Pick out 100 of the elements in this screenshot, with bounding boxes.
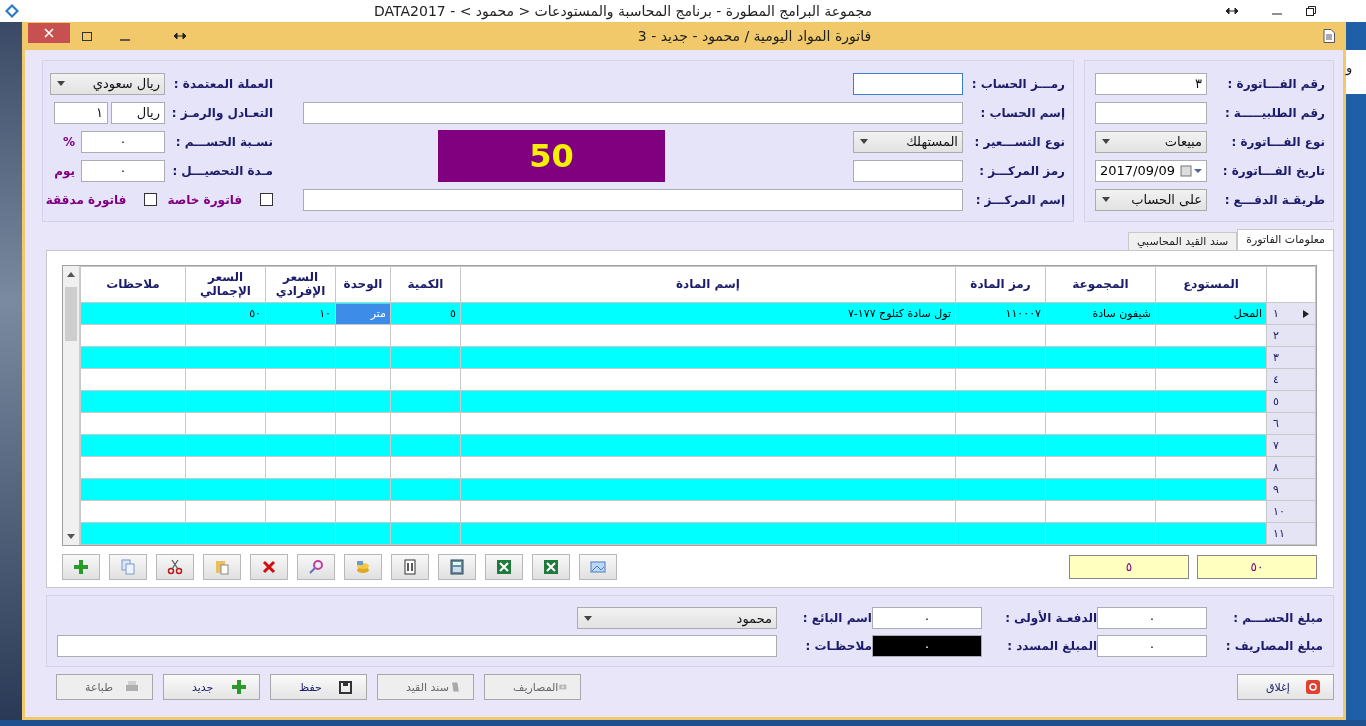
row-header[interactable]: ١١ — [1266, 522, 1316, 545]
document-icon — [1323, 29, 1335, 43]
toolbar-button[interactable] — [250, 554, 288, 580]
row-number: ١١ — [1273, 527, 1285, 540]
text-field[interactable] — [303, 101, 963, 124]
table-cell: شيفون سادة — [1045, 302, 1156, 325]
text-field[interactable]: ١ — [54, 101, 108, 124]
add-icon — [231, 679, 247, 695]
text-field[interactable]: ٣ — [1095, 72, 1207, 95]
app-logo-icon — [4, 3, 20, 19]
scroll-up-icon[interactable] — [67, 272, 75, 277]
side-tab[interactable]: و — [1346, 50, 1366, 94]
dropdown[interactable]: مبيعات — [1095, 130, 1207, 153]
row-header[interactable]: ٥ — [1266, 390, 1316, 413]
row-number: ٦ — [1273, 417, 1279, 430]
unit-label: يوم — [54, 163, 75, 178]
toolbar-button[interactable] — [485, 554, 523, 580]
caret-icon — [584, 615, 592, 621]
field-label: رقم الفـــاتورة : — [1226, 76, 1325, 91]
field-label: رمز المركـــز : — [978, 163, 1065, 178]
scrollbar[interactable] — [63, 266, 80, 545]
column-header[interactable]: الكمية — [390, 266, 461, 303]
column-header[interactable]: السعر الإفرادي — [265, 266, 336, 303]
row-header[interactable]: ٣ — [1266, 346, 1316, 369]
close-button[interactable] — [28, 23, 70, 43]
text-field[interactable] — [853, 72, 963, 95]
field-label: مـدة التحصيـــل : — [171, 163, 273, 178]
field-label: ملاحظـات : — [804, 639, 872, 653]
scissors-icon — [166, 558, 184, 576]
toolbar-button[interactable] — [297, 554, 335, 580]
column-header[interactable]: المستودع — [1155, 266, 1267, 303]
checkbox-label: فاتورة خاصة — [167, 192, 242, 207]
action-button[interactable]: جديد — [163, 674, 260, 700]
text-field[interactable]: ٠ — [872, 635, 982, 657]
row-header[interactable]: ٨ — [1266, 456, 1316, 479]
text-field[interactable] — [853, 159, 963, 182]
checkbox-label: فاتورة مدققة — [45, 192, 127, 207]
text-field[interactable]: ٠ — [872, 607, 982, 629]
field-label: نسـبة الحســـم : — [174, 134, 273, 149]
row-header[interactable]: ٦ — [1266, 412, 1316, 435]
resize-icon[interactable] — [174, 32, 186, 40]
image-icon — [589, 558, 607, 576]
maximize-icon[interactable] — [82, 31, 92, 41]
date-picker[interactable]: 2017/09/09 — [1095, 159, 1207, 182]
field-label: الدفعـة الأولى : — [1004, 611, 1097, 625]
row-header[interactable]: ٢ — [1266, 324, 1316, 347]
column-header[interactable]: المجموعة — [1045, 266, 1156, 303]
text-field[interactable] — [1095, 101, 1207, 124]
dialog-title: فاتورة المواد اليومية / محمود - جديد - 3 — [636, 28, 873, 44]
row-number: ٨ — [1273, 461, 1279, 474]
toolbar-button[interactable] — [391, 554, 429, 580]
dropdown[interactable]: محمود — [577, 607, 777, 629]
field-label: العملة المعتمدة : — [172, 76, 273, 91]
checkbox[interactable] — [144, 193, 158, 206]
toolbar-button[interactable] — [438, 554, 476, 580]
field-label: اسم البائع : — [801, 611, 872, 625]
resize-icon[interactable] — [1226, 7, 1238, 15]
row-number: ١٠ — [1273, 505, 1285, 518]
restore-icon[interactable] — [1306, 6, 1316, 16]
field-label: مبلغ الحســـم : — [1232, 611, 1323, 625]
toolbar-button[interactable] — [156, 554, 194, 580]
table-cell: ٥٠ — [185, 302, 266, 325]
row-number: ٩ — [1273, 483, 1279, 496]
row-header[interactable]: ٩ — [1266, 478, 1316, 501]
column-header[interactable]: الوحدة — [335, 266, 391, 303]
paste-icon — [213, 558, 231, 576]
column-header[interactable]: السعر الإجمالي — [185, 266, 266, 303]
spreadsheet-icon — [542, 558, 560, 576]
text-field[interactable]: ريال — [111, 101, 165, 124]
text-field[interactable]: ٠ — [81, 159, 165, 182]
text-field[interactable] — [303, 188, 963, 211]
row-header[interactable]: ٧ — [1266, 434, 1316, 457]
total-field: ٥ — [1069, 555, 1189, 579]
total-field: ٥٠ — [1197, 555, 1317, 579]
row-header[interactable]: ٤ — [1266, 368, 1316, 391]
action-button[interactable]: حفظ — [270, 674, 367, 700]
field-label: رمـــز الحساب : — [970, 76, 1065, 91]
column-header[interactable]: إسم المادة — [460, 266, 956, 303]
scroll-thumb[interactable] — [65, 287, 77, 341]
column-header[interactable]: رمز المادة — [955, 266, 1046, 303]
column-header[interactable]: ملاحظات — [80, 266, 186, 303]
row-header[interactable]: ١٠ — [1266, 500, 1316, 523]
scroll-down-icon[interactable] — [67, 534, 75, 539]
toolbar-button[interactable] — [62, 554, 100, 580]
field-label: تاريخ الفـــاتورة : — [1221, 163, 1325, 178]
row-number: ٧ — [1273, 439, 1279, 452]
coins-icon — [354, 558, 372, 576]
text-field[interactable]: ٠ — [1097, 607, 1207, 629]
toolbar-button[interactable] — [532, 554, 570, 580]
dropdown[interactable]: المستهلك — [853, 130, 963, 153]
text-field[interactable]: ٠ — [1097, 635, 1207, 657]
checkbox[interactable] — [260, 193, 273, 206]
action-button[interactable]: إغلاق — [1237, 674, 1334, 700]
tab[interactable]: سند القيد المحاسبي — [1127, 232, 1238, 250]
text-field[interactable]: ٠ — [81, 130, 165, 153]
tab[interactable]: معلومات الفاتورة — [1237, 229, 1334, 250]
row-header[interactable]: ١ — [1266, 302, 1316, 325]
dropdown[interactable]: على الحساب — [1095, 188, 1207, 211]
dropdown[interactable]: ريال سعودي — [50, 72, 165, 95]
text-field[interactable] — [57, 635, 777, 657]
